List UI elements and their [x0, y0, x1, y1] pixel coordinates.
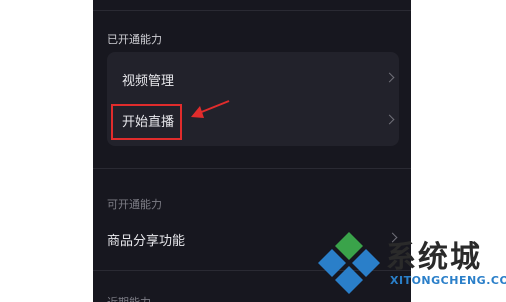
section-title-bottom: 近期能力 — [107, 294, 151, 302]
watermark: 系统城 XITONGCHENG.COM — [316, 226, 506, 302]
list-item-label: 商品分享功能 — [107, 234, 186, 249]
section-title-available: 可开通能力 — [107, 198, 162, 211]
watermark-url: XITONGCHENG.COM — [390, 274, 506, 287]
watermark-text: 系统城 — [386, 240, 482, 275]
watermark-logo-icon — [318, 232, 380, 294]
divider — [93, 168, 411, 169]
